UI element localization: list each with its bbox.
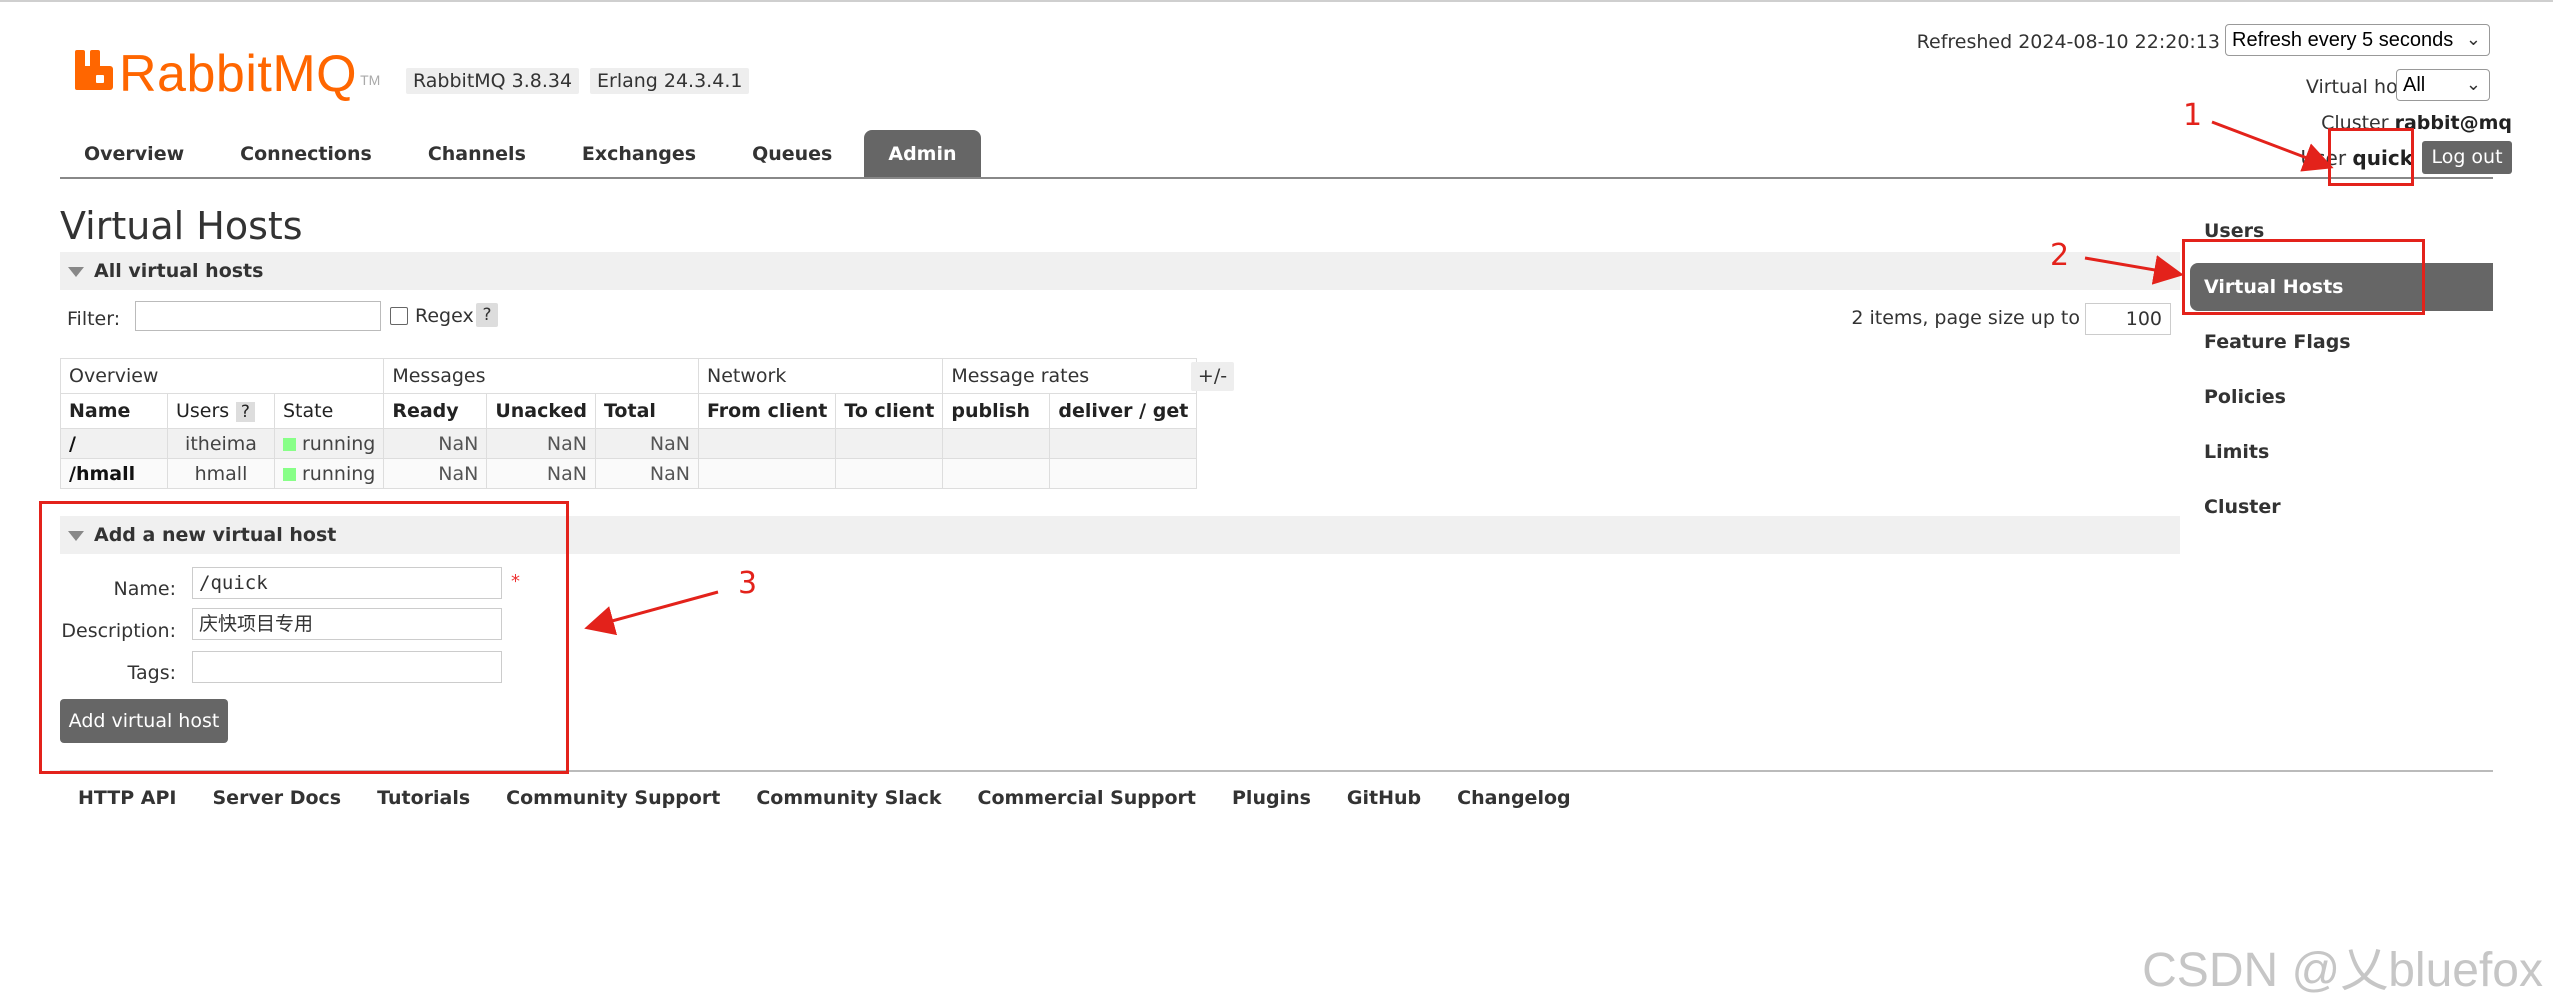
footer-link-commercial-support[interactable]: Commercial Support [960, 784, 1215, 812]
all-vhosts-section-title: All virtual hosts [94, 260, 264, 282]
col-deliver-get[interactable]: deliver / get [1049, 393, 1198, 429]
sidebar-item-policies[interactable]: Policies [2190, 370, 2493, 425]
col-users[interactable]: Users ? [167, 393, 275, 429]
watermark: CSDN @乂bluefox [2142, 944, 2543, 997]
table-row[interactable]: /hmall hmall running NaN NaN NaN [60, 458, 1198, 489]
group-messages: Messages [383, 358, 699, 394]
tabs-divider [60, 177, 2493, 179]
vhost-total: NaN [595, 428, 699, 459]
main-tabs: Overview Connections Channels Exchanges … [60, 130, 989, 178]
version-badge: RabbitMQ 3.8.34 [406, 68, 580, 94]
col-total[interactable]: Total [595, 393, 699, 429]
tab-queues[interactable]: Queues [728, 130, 856, 178]
virtual-host-select[interactable]: All ⌄ [2396, 69, 2490, 101]
logo-trademark: TM [360, 72, 381, 88]
virtual-hosts-table: Overview Messages Network Message rates … [59, 358, 1198, 489]
footer-link-http-api[interactable]: HTTP API [60, 784, 195, 812]
col-name[interactable]: Name [60, 393, 168, 429]
virtual-host-value: All [2403, 74, 2426, 96]
vhost-ready: NaN [383, 428, 488, 459]
annotation-number-2: 2 [2050, 238, 2070, 273]
table-group-row: Overview Messages Network Message rates [59, 358, 1198, 394]
col-unacked[interactable]: Unacked [486, 393, 596, 429]
footer-link-github[interactable]: GitHub [1329, 784, 1439, 812]
refresh-interval-value: Refresh every 5 seconds [2232, 29, 2454, 51]
annotation-box-virtual-hosts [2182, 239, 2425, 315]
sidebar-item-feature-flags[interactable]: Feature Flags [2190, 315, 2493, 370]
refreshed-timestamp: Refreshed 2024-08-10 22:20:13 [1916, 31, 2220, 53]
users-help-button[interactable]: ? [235, 402, 255, 422]
col-state[interactable]: State [273, 393, 385, 429]
annotation-box-add-form [39, 501, 569, 774]
items-count-text: 2 items, page size up to [1851, 307, 2080, 329]
annotation-arrow-3 [584, 590, 719, 636]
vhost-users: itheima [167, 428, 275, 459]
refresh-interval-select[interactable]: Refresh every 5 seconds ⌄ [2225, 24, 2490, 56]
col-publish[interactable]: publish [942, 393, 1051, 429]
logout-button[interactable]: Log out [2422, 141, 2512, 174]
tab-admin[interactable]: Admin [864, 130, 981, 178]
vhost-from-client [697, 428, 837, 459]
vhost-publish [942, 428, 1051, 459]
table-header-row: Name Users ? State Ready Unacked Total F… [60, 393, 1198, 429]
top-border [0, 0, 2553, 2]
running-status-icon [283, 437, 296, 451]
group-network: Network [697, 358, 944, 394]
annotation-number-1: 1 [2183, 98, 2203, 133]
vhost-ready: NaN [383, 458, 488, 489]
tab-channels[interactable]: Channels [404, 130, 550, 178]
vhost-users: hmall [167, 458, 275, 489]
running-status-icon [283, 467, 296, 481]
chevron-down-icon: ⌄ [2465, 74, 2481, 94]
vhost-total: NaN [595, 458, 699, 489]
vhost-deliver-get [1049, 458, 1198, 489]
regex-help-button[interactable]: ? [476, 303, 498, 327]
tab-overview[interactable]: Overview [60, 130, 208, 178]
rabbitmq-logo[interactable]: RabbitMQ TM [75, 40, 380, 100]
col-ready[interactable]: Ready [383, 393, 488, 429]
vhost-state: running [273, 458, 385, 489]
annotation-box-user [2328, 128, 2414, 186]
filter-label: Filter: [67, 308, 121, 330]
vhost-unacked: NaN [486, 458, 596, 489]
footer-link-changelog[interactable]: Changelog [1439, 784, 1588, 812]
col-to-client[interactable]: To client [835, 393, 944, 429]
footer-link-community-slack[interactable]: Community Slack [738, 784, 959, 812]
chevron-down-icon: ⌄ [2465, 29, 2481, 49]
vhost-unacked: NaN [486, 428, 596, 459]
footer-link-tutorials[interactable]: Tutorials [359, 784, 488, 812]
table-row[interactable]: / itheima running NaN NaN NaN [60, 428, 1198, 459]
rabbit-logo-icon [75, 50, 113, 90]
logo-text: RabbitMQ [119, 45, 358, 103]
page-title: Virtual Hosts [60, 204, 303, 248]
collapse-triangle-icon [68, 266, 84, 277]
vhost-name-link[interactable]: / [60, 428, 168, 459]
vhost-to-client [835, 428, 944, 459]
group-message-rates: Message rates [942, 358, 1198, 394]
vhost-state: running [273, 428, 385, 459]
vhost-name-link[interactable]: /hmall [60, 458, 168, 489]
footer-link-plugins[interactable]: Plugins [1214, 784, 1329, 812]
vhost-to-client [835, 458, 944, 489]
columns-toggle-button[interactable]: +/- [1191, 362, 1234, 391]
page-size-input[interactable]: 100 [2085, 303, 2171, 335]
vhost-deliver-get [1049, 428, 1198, 459]
vhost-publish [942, 458, 1051, 489]
tab-connections[interactable]: Connections [216, 130, 396, 178]
tab-exchanges[interactable]: Exchanges [558, 130, 720, 178]
footer-links: HTTP API Server Docs Tutorials Community… [60, 784, 1589, 812]
footer-link-server-docs[interactable]: Server Docs [195, 784, 360, 812]
annotation-number-3: 3 [738, 566, 758, 601]
all-vhosts-section-header[interactable]: All virtual hosts [60, 252, 2180, 290]
erlang-badge: Erlang 24.3.4.1 [590, 68, 750, 94]
regex-label: Regex [415, 305, 474, 327]
sidebar-item-cluster[interactable]: Cluster [2190, 480, 2493, 535]
sidebar-item-limits[interactable]: Limits [2190, 425, 2493, 480]
regex-checkbox[interactable] [390, 307, 408, 325]
group-overview: Overview [59, 358, 385, 394]
vhost-from-client [697, 458, 837, 489]
filter-input[interactable] [135, 301, 381, 331]
footer-link-community-support[interactable]: Community Support [488, 784, 738, 812]
col-from-client[interactable]: From client [697, 393, 837, 429]
